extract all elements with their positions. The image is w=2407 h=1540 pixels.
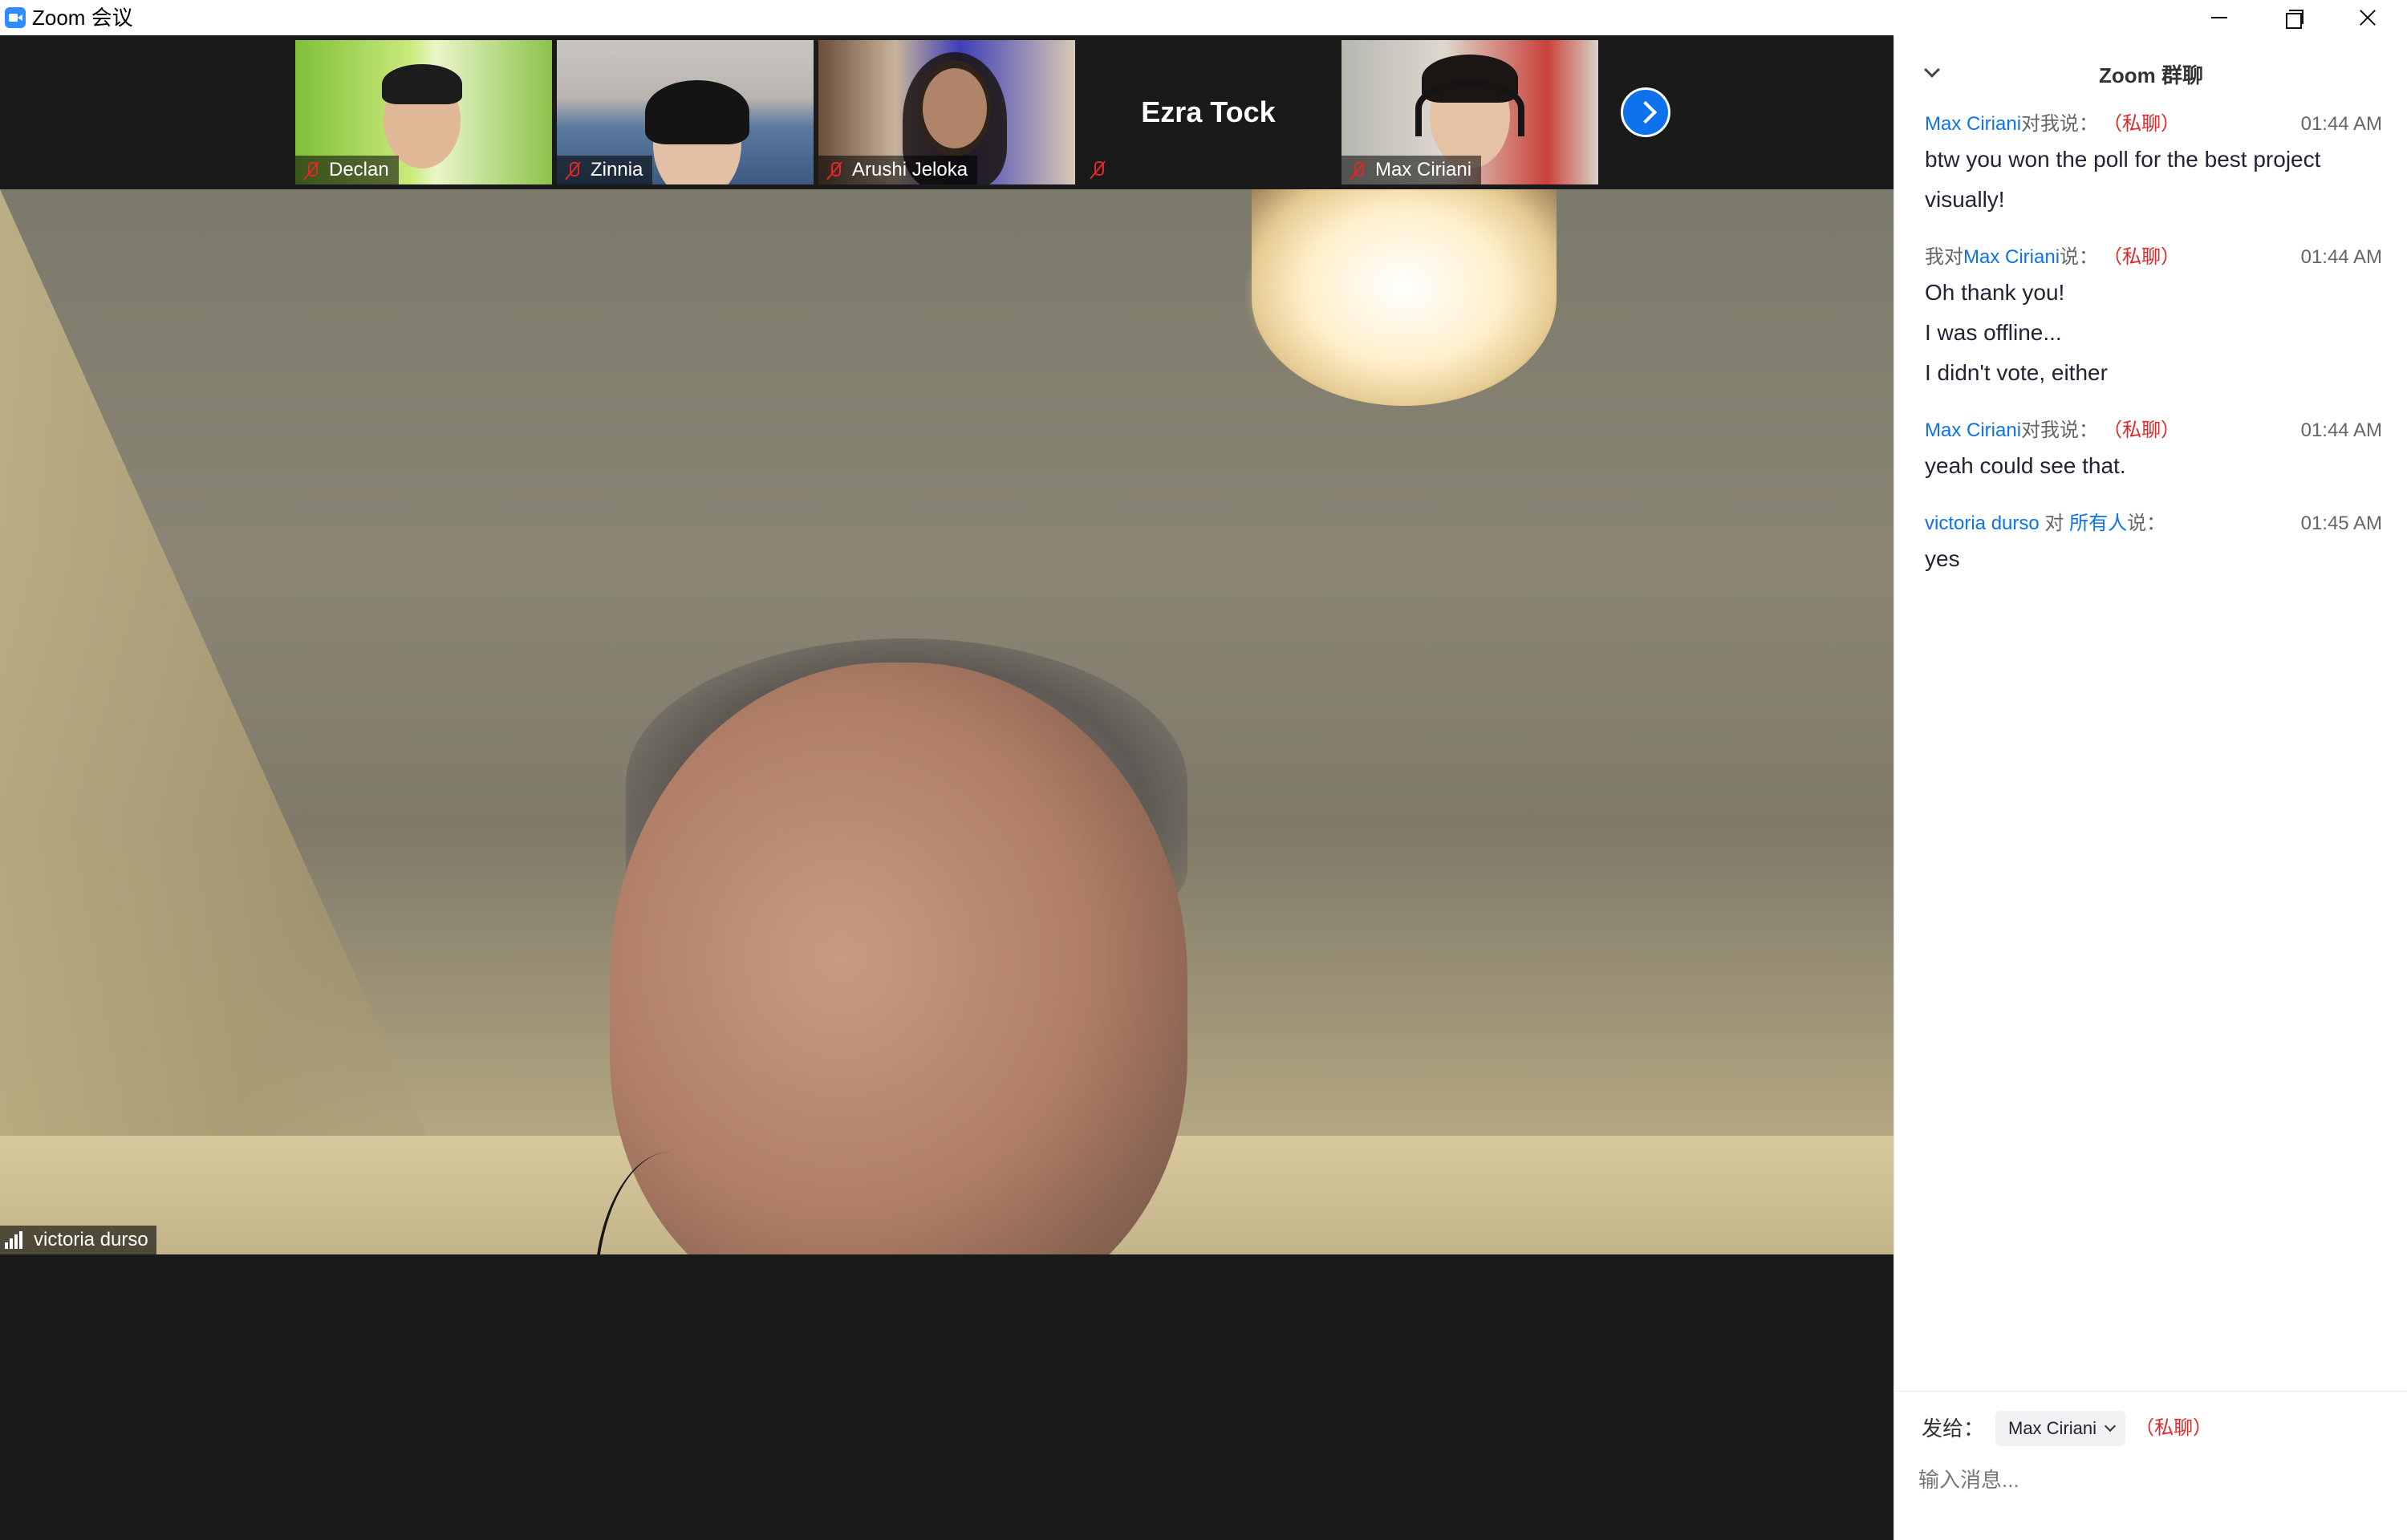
ceiling-lamp [1252,189,1557,406]
signal-strength-icon [5,1231,26,1249]
private-tag: （私聊） [2113,246,2181,268]
participant-name-large: Ezra Tock [1141,95,1276,128]
participant-name-bar: Max Ciriani [1342,156,1482,184]
recipient-dropdown[interactable]: Max Ciriani [1995,1411,2126,1446]
participant-name-bar: Zinnia [557,156,653,184]
chat-header: Zoom 群聊 [1894,35,2407,109]
participant-hair [382,64,462,104]
title-bar: Zoom 会议 [0,0,2407,35]
participant-thumbnail-zinnia[interactable]: Zinnia [557,40,814,184]
chat-panel: Zoom 群聊 Max Ciriani对我说： （私聊） 01:44 AM btw… [1894,35,2407,1540]
chat-message: victoria durso 对 所有人说： 01:45 AM yes [1925,509,2382,579]
message-time: 01:44 AM [2300,246,2382,268]
mic-muted-icon [1350,160,1366,180]
mic-muted-icon [826,160,842,180]
message-text: yes [1925,546,1960,571]
message-direction: 说： [2060,246,2099,268]
chat-message-header: 我对Max Ciriani说： （私聊） 01:44 AM [1925,242,2382,273]
participant-name: Max Ciriani [1375,159,1472,180]
private-tag: （私聊） [2135,1417,2212,1439]
message-direction: 说： [2127,513,2166,534]
chat-message: Max Ciriani对我说： （私聊） 01:44 AM btw you won… [1925,109,2382,220]
speaker-name-tag: victoria durso [0,1226,156,1254]
chat-message: 我对Max Ciriani说： （私聊） 01:44 AM Oh thank yo… [1925,242,2382,393]
participant-name: Zinnia [591,159,643,180]
headphones-icon [1415,80,1524,136]
mic-muted-icon [1090,159,1106,180]
participant-face [923,68,987,148]
mic-muted-icon [303,160,319,180]
message-input[interactable] [1918,1456,2384,1504]
message-time: 01:44 AM [2300,113,2382,135]
participant-thumbnail-declan[interactable]: Declan [295,40,552,184]
message-sender[interactable]: Max Ciriani [1925,113,2021,135]
message-text: I was offline... [1925,320,2062,345]
message-sender[interactable]: Max Ciriani [1925,419,2021,441]
message-time: 01:44 AM [2300,419,2382,441]
thumbnail-strip: Declan Zinnia Arushi Jeloka Ezra Tock Ma… [0,35,1894,189]
participant-thumbnail-ezra-tock[interactable]: Ezra Tock [1080,40,1337,184]
chat-title: Zoom 群聊 [2099,63,2203,87]
chat-message-header: Max Ciriani对我说： （私聊） 01:44 AM [1925,415,2382,446]
message-direction: 对我说： [2021,419,2099,441]
video-area: Declan Zinnia Arushi Jeloka Ezra Tock Ma… [0,35,1894,1540]
message-text: btw you won the poll for the best projec… [1925,147,2321,172]
private-tag: （私聊） [2113,113,2181,135]
participant-name-bar: Declan [295,156,399,184]
message-text: visually! [1925,187,2005,212]
message-recipient-everyone[interactable]: 所有人 [2069,513,2127,534]
chat-message: Max Ciriani对我说： （私聊） 01:44 AM yeah could … [1925,415,2382,486]
chat-message-list: Max Ciriani对我说： （私聊） 01:44 AM btw you won… [1925,109,2382,602]
window-title: Zoom 会议 [32,6,133,30]
message-time: 01:45 AM [2300,513,2382,534]
restore-button[interactable] [2256,0,2330,35]
zoom-app-icon [5,7,26,28]
participant-name: Declan [329,159,389,180]
message-sender[interactable]: victoria durso [1925,513,2040,534]
message-direction-middle: 对 [2039,513,2070,534]
participant-thumbnail-max-ciriani[interactable]: Max Ciriani [1342,40,1598,184]
send-to-label: 发给： [1922,1416,1985,1441]
video-background-wall [0,189,481,1254]
participant-name-bar: Arushi Jeloka [818,156,978,184]
chat-message-header: Max Ciriani对我说： （私聊） 01:44 AM [1925,109,2382,140]
participant-name: Arushi Jeloka [852,159,968,180]
participant-hair [645,80,749,144]
message-direction-prefix: 我对 [1925,246,1963,268]
message-direction: 对我说： [2021,113,2099,135]
participant-thumbnail-arushi-jeloka[interactable]: Arushi Jeloka [818,40,1075,184]
chat-compose-area: 发给： Max Ciriani （私聊） [1894,1391,2407,1540]
private-tag: （私聊） [2113,419,2181,441]
mic-muted-icon [565,160,581,180]
speaker-name: victoria durso [34,1229,148,1250]
message-text: yeah could see that. [1925,453,2126,478]
minimize-button[interactable] [2182,0,2256,35]
message-text: Oh thank you! [1925,280,2065,305]
active-speaker-video: victoria durso [0,189,1894,1254]
close-button[interactable] [2330,0,2404,35]
chat-message-header: victoria durso 对 所有人说： 01:45 AM [1925,509,2382,539]
message-recipient[interactable]: Max Ciriani [1963,246,2060,268]
next-page-button[interactable] [1621,87,1670,137]
message-text: I didn't vote, either [1925,360,2108,385]
